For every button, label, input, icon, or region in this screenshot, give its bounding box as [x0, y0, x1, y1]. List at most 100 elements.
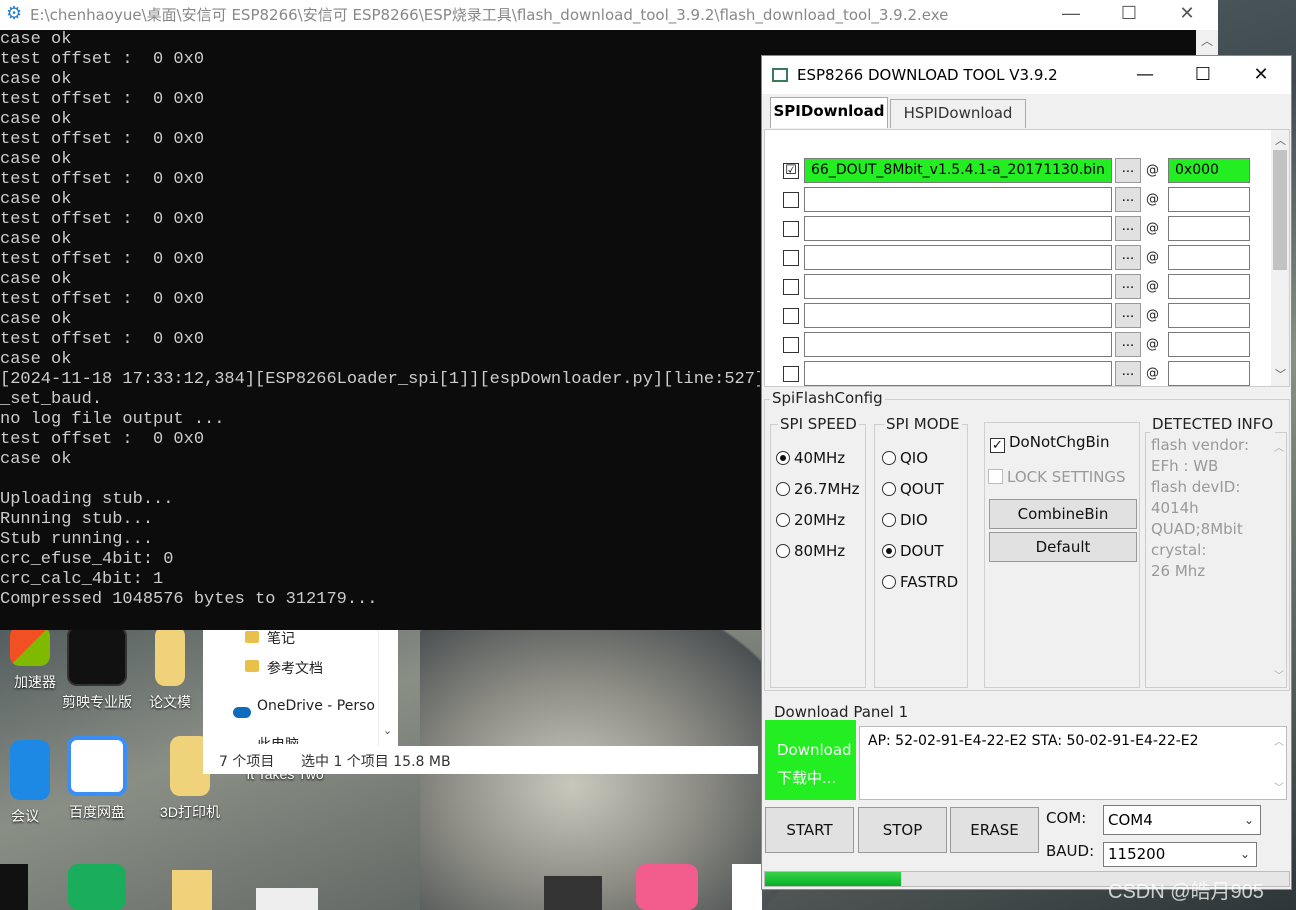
browse-button[interactable]: ...: [1115, 187, 1141, 212]
app-icon[interactable]: [256, 888, 318, 910]
browse-button[interactable]: ...: [1115, 274, 1141, 299]
bilibili-icon[interactable]: [636, 864, 698, 910]
chevron-down-icon[interactable]: ⌄: [1240, 843, 1250, 866]
chevron-down-icon[interactable]: ⌄: [1244, 806, 1254, 834]
file-path-input[interactable]: [804, 332, 1112, 357]
chevron-up-icon[interactable]: ︿: [1274, 439, 1284, 454]
browse-button[interactable]: ...: [1115, 361, 1141, 386]
radio-indicator[interactable]: [776, 482, 790, 496]
checkbox-indicator[interactable]: ✓: [990, 438, 1005, 453]
donotchgbin-checkbox[interactable]: ✓ DoNotChgBin: [990, 433, 1109, 453]
radio-qout[interactable]: QOUT: [882, 480, 944, 498]
file-path-input[interactable]: [804, 303, 1112, 328]
chevron-up-icon[interactable]: ︿: [1274, 733, 1284, 748]
baud-select[interactable]: 115200 ⌄: [1103, 842, 1257, 867]
address-input[interactable]: [1168, 361, 1250, 386]
log-scrollbar[interactable]: ︿ ﹀: [1270, 727, 1286, 799]
explorer-item[interactable]: 此电脑: [257, 734, 299, 744]
radio-20mhz[interactable]: 20MHz: [776, 511, 845, 529]
game-icon[interactable]: [544, 876, 602, 910]
file-path-input[interactable]: [804, 187, 1112, 212]
tab-spidownload[interactable]: SPIDownload: [770, 97, 888, 128]
radio-dout[interactable]: DOUT: [882, 542, 944, 560]
browse-button[interactable]: ...: [1115, 245, 1141, 270]
radio-indicator[interactable]: [882, 544, 896, 558]
radio-dio[interactable]: DIO: [882, 511, 928, 529]
radio-80mhz[interactable]: 80MHz: [776, 542, 845, 560]
close-button[interactable]: ✕: [1158, 0, 1216, 30]
desktop-icon-baidu-netdisk[interactable]: 百度网盘: [52, 736, 142, 822]
file-path-input[interactable]: [804, 216, 1112, 241]
file-enable-checkbox[interactable]: [783, 250, 799, 266]
address-input[interactable]: 0x000: [1168, 158, 1250, 183]
explorer-item[interactable]: 参考文档: [267, 658, 323, 678]
folder-icon[interactable]: [172, 870, 212, 910]
default-button[interactable]: Default: [989, 532, 1137, 562]
file-enable-checkbox[interactable]: [783, 308, 799, 324]
start-button[interactable]: START: [765, 807, 854, 853]
radio-indicator[interactable]: [882, 482, 896, 496]
file-enable-checkbox[interactable]: ☑: [783, 163, 799, 179]
file-path-input[interactable]: 66_DOUT_8Mbit_v1.5.4.1-a_20171130.bin: [804, 158, 1112, 183]
chevron-down-icon[interactable]: ﹀: [1274, 779, 1284, 794]
radio-indicator[interactable]: [776, 513, 790, 527]
desktop-icon-thesis[interactable]: 论文模: [140, 626, 200, 712]
address-input[interactable]: [1168, 303, 1250, 328]
stop-button[interactable]: STOP: [858, 807, 947, 853]
file-enable-checkbox[interactable]: [783, 221, 799, 237]
file-list-scrollbar[interactable]: ︿ ﹀: [1271, 130, 1289, 386]
file-enable-checkbox[interactable]: [783, 337, 799, 353]
radio-indicator[interactable]: [882, 513, 896, 527]
combine-bin-button[interactable]: CombineBin: [989, 499, 1137, 529]
radio-fastrd[interactable]: FASTRD: [882, 573, 958, 591]
radio-indicator[interactable]: [882, 451, 896, 465]
console-titlebar[interactable]: ⚙ E:\chenhaoyue\桌面\安信可 ESP8266\安信可 ESP82…: [0, 0, 1218, 30]
file-enable-checkbox[interactable]: [783, 279, 799, 295]
browse-button[interactable]: ...: [1115, 158, 1141, 183]
desktop-icon-jianying[interactable]: 剪映专业版: [52, 626, 142, 712]
chevron-down-icon[interactable]: ﹀: [1274, 667, 1284, 682]
chevron-down-icon[interactable]: ⌄: [383, 724, 392, 737]
radio-qio[interactable]: QIO: [882, 449, 928, 467]
radio-40mhz[interactable]: 40MHz: [776, 449, 845, 467]
info-scrollbar[interactable]: ︿ ﹀: [1270, 433, 1286, 687]
maximize-button[interactable]: ☐: [1100, 0, 1158, 30]
browse-button[interactable]: ...: [1115, 216, 1141, 241]
radio-26-7mhz[interactable]: 26.7MHz: [776, 480, 860, 498]
minimize-button[interactable]: —: [1116, 60, 1174, 90]
address-input[interactable]: [1168, 332, 1250, 357]
file-path-input[interactable]: [804, 361, 1112, 386]
tab-hspidownload[interactable]: HSPIDownload: [890, 99, 1026, 128]
radio-indicator[interactable]: [882, 575, 896, 589]
address-input[interactable]: [1168, 245, 1250, 270]
radio-indicator[interactable]: [776, 451, 790, 465]
minimize-button[interactable]: —: [1042, 0, 1100, 30]
pic-app-icon[interactable]: [0, 864, 28, 910]
explorer-item[interactable]: 笔记: [267, 628, 295, 648]
close-button[interactable]: ✕: [1232, 60, 1290, 90]
chevron-up-icon[interactable]: ︿: [1201, 32, 1213, 49]
address-input[interactable]: [1168, 274, 1250, 299]
green-app-icon[interactable]: [68, 864, 126, 910]
browse-button[interactable]: ...: [1115, 303, 1141, 328]
file-enable-checkbox[interactable]: [783, 192, 799, 208]
checkbox-indicator[interactable]: [988, 469, 1003, 484]
file-path-input[interactable]: [804, 245, 1112, 270]
maximize-button[interactable]: ☐: [1174, 60, 1232, 90]
file-path-input[interactable]: [804, 274, 1112, 299]
address-input[interactable]: [1168, 216, 1250, 241]
chevron-down-icon[interactable]: ﹀: [1275, 366, 1286, 382]
file-enable-checkbox[interactable]: [783, 366, 799, 382]
address-input[interactable]: [1168, 187, 1250, 212]
chevron-up-icon[interactable]: ︿: [1275, 132, 1286, 148]
scrollbar-thumb[interactable]: [1273, 150, 1287, 270]
qq-icon[interactable]: [732, 864, 762, 910]
lock-settings-checkbox[interactable]: LOCK SETTINGS: [988, 468, 1126, 486]
explorer-item[interactable]: OneDrive - Perso: [257, 698, 375, 714]
radio-indicator[interactable]: [776, 544, 790, 558]
erase-button[interactable]: ERASE: [950, 807, 1039, 853]
explorer-scrollbar[interactable]: ⌄: [378, 628, 398, 746]
browse-button[interactable]: ...: [1115, 332, 1141, 357]
esp-titlebar[interactable]: ESP8266 DOWNLOAD TOOL V3.9.2 — ☐ ✕: [762, 56, 1291, 94]
com-select[interactable]: COM4 ⌄: [1103, 805, 1261, 835]
